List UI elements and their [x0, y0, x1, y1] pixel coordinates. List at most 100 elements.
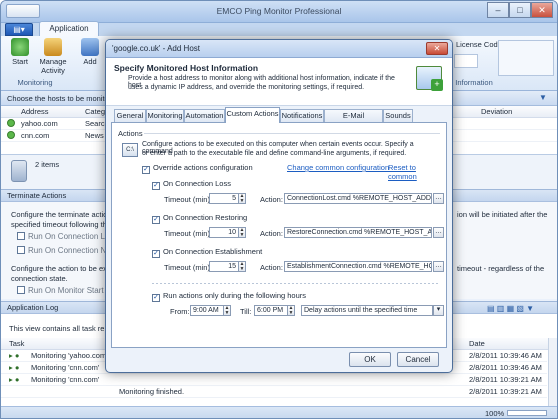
establish-timeout-input[interactable]: 15: [209, 261, 239, 272]
run-on-start-checkbox[interactable]: Run On Monitor Start: [17, 286, 104, 295]
on-connection-establishment-checkbox[interactable]: ✓ On Connection Establishment: [152, 247, 262, 258]
on-connection-establishment-label: On Connection Establishment: [163, 247, 263, 256]
loss-timeout-input[interactable]: 5: [209, 193, 239, 204]
till-label: Till:: [240, 307, 252, 316]
host-bar-label: Choose the hosts to be monito: [7, 94, 109, 103]
restoring-browse-button[interactable]: …: [433, 227, 444, 238]
start-label: Start: [12, 57, 28, 66]
expand-icon[interactable]: ▸ ●: [9, 350, 19, 361]
loss-action-label: Action:: [260, 195, 283, 204]
run-hours-checkbox[interactable]: ✓ Run actions only during the following h…: [152, 291, 306, 302]
title-bar: EMCO Ping Monitor Professional – □ ✕: [1, 1, 557, 23]
till-time-spinner[interactable]: ▲ ▼: [288, 305, 295, 316]
maximize-button[interactable]: □: [509, 2, 531, 18]
applog-scrollbar[interactable]: [548, 338, 557, 406]
establish-action-input[interactable]: EstablishmentConnection.cmd %REMOTE_HO: [284, 261, 432, 272]
on-connection-restoring-checkbox[interactable]: ✓ On Connection Restoring: [152, 213, 247, 224]
hours-divider: [152, 283, 440, 284]
col-category[interactable]: Categ: [85, 106, 105, 117]
start-desc: Configure the action to be exe: [11, 264, 112, 273]
command-icon: C:\: [122, 143, 138, 157]
dialog-title: 'google.co.uk' - Add Host: [112, 44, 200, 53]
minimize-button[interactable]: –: [487, 2, 509, 18]
host-category: Searc: [85, 119, 105, 128]
add-icon: [81, 38, 99, 56]
table-row[interactable]: Monitoring finished. 2/8/2011 10:39:21 A…: [1, 386, 547, 398]
server-icon: [11, 160, 27, 182]
override-checkbox[interactable]: ✓ Override actions configuration: [142, 163, 253, 174]
establish-timeout-spinner[interactable]: ▲ ▼: [239, 261, 246, 272]
log-date: 2/8/2011 10:39:21 AM: [469, 375, 542, 384]
tab-automation[interactable]: Automation: [184, 109, 225, 122]
log-task: Monitoring 'cnn.com': [31, 363, 100, 372]
col-task[interactable]: Task: [9, 338, 24, 349]
start-button[interactable]: Start: [7, 38, 33, 66]
on-connection-loss-checkbox[interactable]: ✓ On Connection Loss: [152, 179, 231, 190]
delay-dropdown-arrow[interactable]: ▾: [433, 305, 444, 316]
loss-timeout-spinner[interactable]: ▲ ▼: [239, 193, 246, 204]
add-host-button[interactable]: Add: [79, 38, 101, 66]
restoring-timeout-spinner[interactable]: ▲ ▼: [239, 227, 246, 238]
table-row[interactable]: ▸ ● Monitoring 'cnn.com' 2/8/2011 10:39:…: [1, 374, 547, 386]
tab-email-recipients[interactable]: E-Mail Recipients: [324, 109, 383, 132]
window-title: EMCO Ping Monitor Professional: [216, 6, 342, 16]
ok-button[interactable]: OK: [349, 352, 391, 367]
tab-general[interactable]: General: [114, 109, 146, 122]
start-desc-2: connection state.: [11, 274, 68, 283]
dialog-header-title: Specify Monitored Host Information: [114, 63, 259, 73]
dialog-header-desc-2: uses a dynamic IP address, and override …: [128, 84, 365, 91]
terminate-desc: Configure the terminate actio: [11, 210, 108, 219]
col-address[interactable]: Address: [21, 106, 49, 117]
run-on-loss-label: Run On Connection Loss: [28, 232, 118, 241]
manage-activity-button[interactable]: Manage Activity: [37, 38, 69, 75]
run-on-start-label: Run On Monitor Start: [28, 286, 104, 295]
on-connection-loss-label: On Connection Loss: [163, 179, 231, 188]
collapse-icon[interactable]: ▼: [539, 93, 547, 102]
expand-icon[interactable]: ▸ ●: [9, 362, 19, 373]
loss-browse-button[interactable]: …: [433, 193, 444, 204]
reset-common-link[interactable]: Reset to common: [388, 163, 446, 181]
license-code-label: License Code: [456, 40, 502, 49]
add-label: Add: [83, 57, 97, 66]
col-date[interactable]: Date: [469, 338, 485, 349]
restoring-action-input[interactable]: RestoreConnection.cmd %REMOTE_HOST_AD: [284, 227, 432, 238]
on-connection-restoring-label: On Connection Restoring: [163, 213, 248, 222]
applog-toolbar-icons[interactable]: ▤ ▥ ▦ ▧ ▼: [487, 303, 549, 313]
app-menu-button[interactable]: ▤▾: [5, 23, 33, 36]
close-button[interactable]: ✕: [531, 2, 553, 18]
establish-action-label: Action:: [260, 263, 283, 272]
tab-application[interactable]: Application: [39, 21, 99, 37]
establish-timeout-label: Timeout (min):: [164, 263, 213, 272]
from-time-spinner[interactable]: ▲ ▼: [224, 305, 231, 316]
dialog-header: Specify Monitored Host Information Provi…: [106, 58, 452, 106]
loss-action-input[interactable]: ConnectionLost.cmd %REMOTE_HOST_ADDR: [284, 193, 432, 204]
till-time-input[interactable]: 6:00 PM: [254, 305, 288, 316]
tab-notifications[interactable]: Notifications: [280, 109, 324, 122]
manage-label: Manage: [39, 57, 67, 66]
tab-sounds[interactable]: Sounds: [383, 109, 413, 122]
tab-custom-actions[interactable]: Custom Actions: [225, 107, 280, 123]
applog-header: Application Log: [7, 303, 59, 312]
override-label: Override actions configuration: [153, 163, 253, 172]
license-code-button[interactable]: License Code: [456, 40, 502, 49]
terminate-desc-2: specified timeout following the: [11, 220, 112, 229]
from-label: From:: [170, 307, 190, 316]
establish-browse-button[interactable]: …: [433, 261, 444, 272]
change-common-link[interactable]: Change common configuration: [287, 163, 389, 172]
dialog-close-button[interactable]: ✕: [426, 42, 448, 55]
run-on-loss-checkbox[interactable]: Run On Connection Loss: [17, 232, 117, 241]
col-deviation[interactable]: Deviation: [481, 106, 512, 117]
from-time-input[interactable]: 9:00 AM: [190, 305, 224, 316]
expand-icon[interactable]: ▸ ●: [9, 374, 19, 385]
tab-monitoring[interactable]: Monitoring: [146, 109, 184, 122]
zoom-slider[interactable]: [507, 410, 547, 416]
applog-desc: This view contains all task re: [9, 324, 105, 333]
actions-divider: [144, 133, 440, 134]
cancel-button[interactable]: Cancel: [397, 352, 439, 367]
restoring-timeout-input[interactable]: 10: [209, 227, 239, 238]
status-bar: 100%: [1, 406, 557, 418]
host-category: News: [85, 131, 104, 140]
start-icon: [11, 38, 29, 56]
group-monitoring-label: Monitoring: [17, 78, 53, 87]
delay-option-select[interactable]: Delay actions until the specified time: [301, 305, 433, 316]
